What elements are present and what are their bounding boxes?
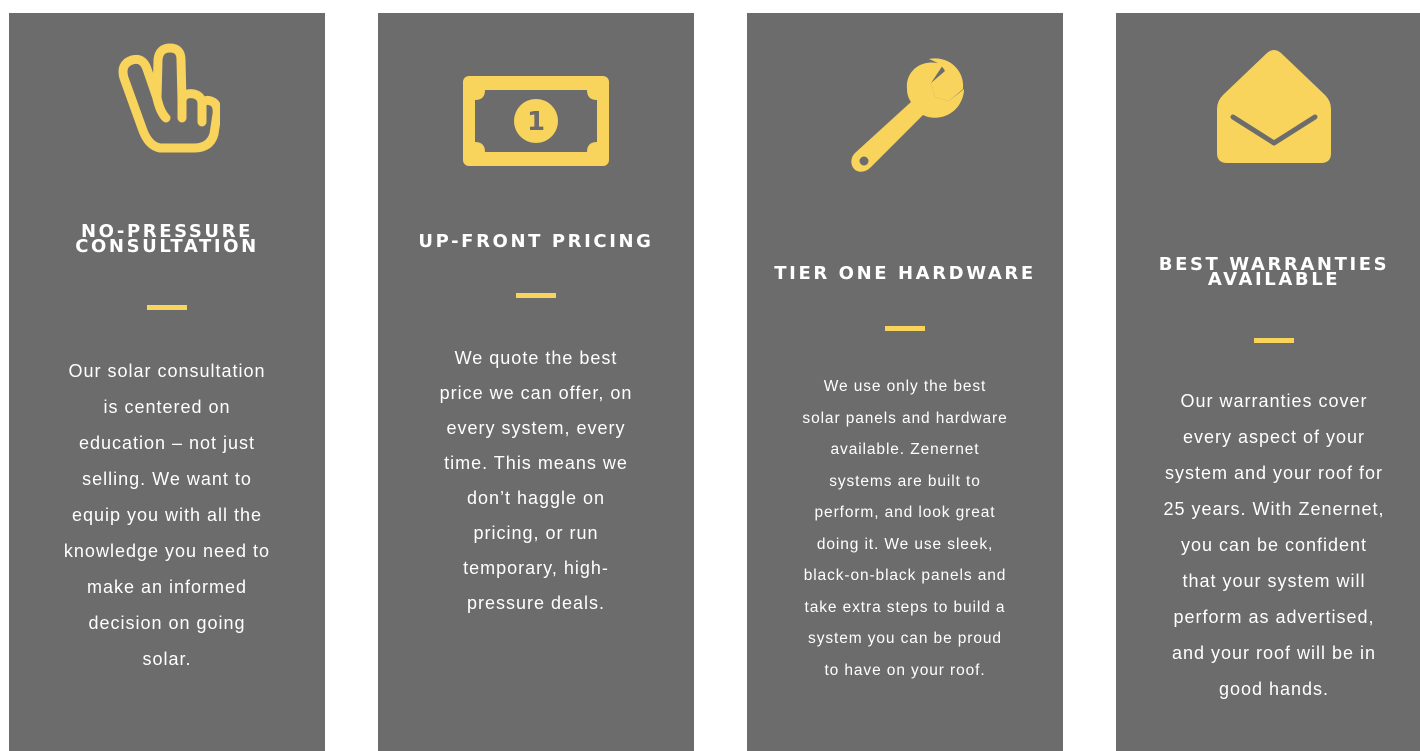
feature-card-warranties: BEST WARRANTIES AVAILABLE Our warranties… — [1116, 13, 1420, 751]
accent-divider — [516, 293, 556, 298]
feature-card-hardware: TIER ONE HARDWARE We use only the best s… — [747, 13, 1063, 751]
card-title-line: UP-FRONT PRICING — [418, 231, 654, 252]
card-title: UP-FRONT PRICING — [378, 231, 694, 252]
card-description: Our warranties cover every aspect of you… — [1163, 391, 1385, 699]
open-envelope-icon — [1215, 45, 1333, 163]
accent-divider — [885, 326, 925, 331]
card-description: We use only the best solar panels and ha… — [802, 378, 1008, 679]
card-description: Our solar consultation is centered on ed… — [63, 361, 271, 669]
feature-card-pricing: 1 UP-FRONT PRICING We quote the best pri… — [378, 13, 694, 751]
card-description: We quote the best price we can offer, on… — [439, 348, 633, 613]
card-title-line: CONSULTATION — [75, 236, 259, 257]
peace-hand-icon — [114, 42, 220, 154]
card-title-line: TIER ONE HARDWARE — [774, 263, 1036, 284]
accent-divider — [1254, 338, 1294, 343]
feature-card-consultation: NO-PRESSURE CONSULTATION Our solar consu… — [9, 13, 325, 751]
wrench-icon — [843, 55, 967, 179]
svg-text:1: 1 — [527, 107, 545, 137]
card-title: BEST WARRANTIES AVAILABLE — [1116, 256, 1420, 289]
accent-divider — [147, 305, 187, 310]
card-title: TIER ONE HARDWARE — [747, 263, 1063, 284]
dollar-bill-icon: 1 — [463, 76, 609, 166]
card-title: NO-PRESSURE CONSULTATION — [9, 223, 325, 257]
